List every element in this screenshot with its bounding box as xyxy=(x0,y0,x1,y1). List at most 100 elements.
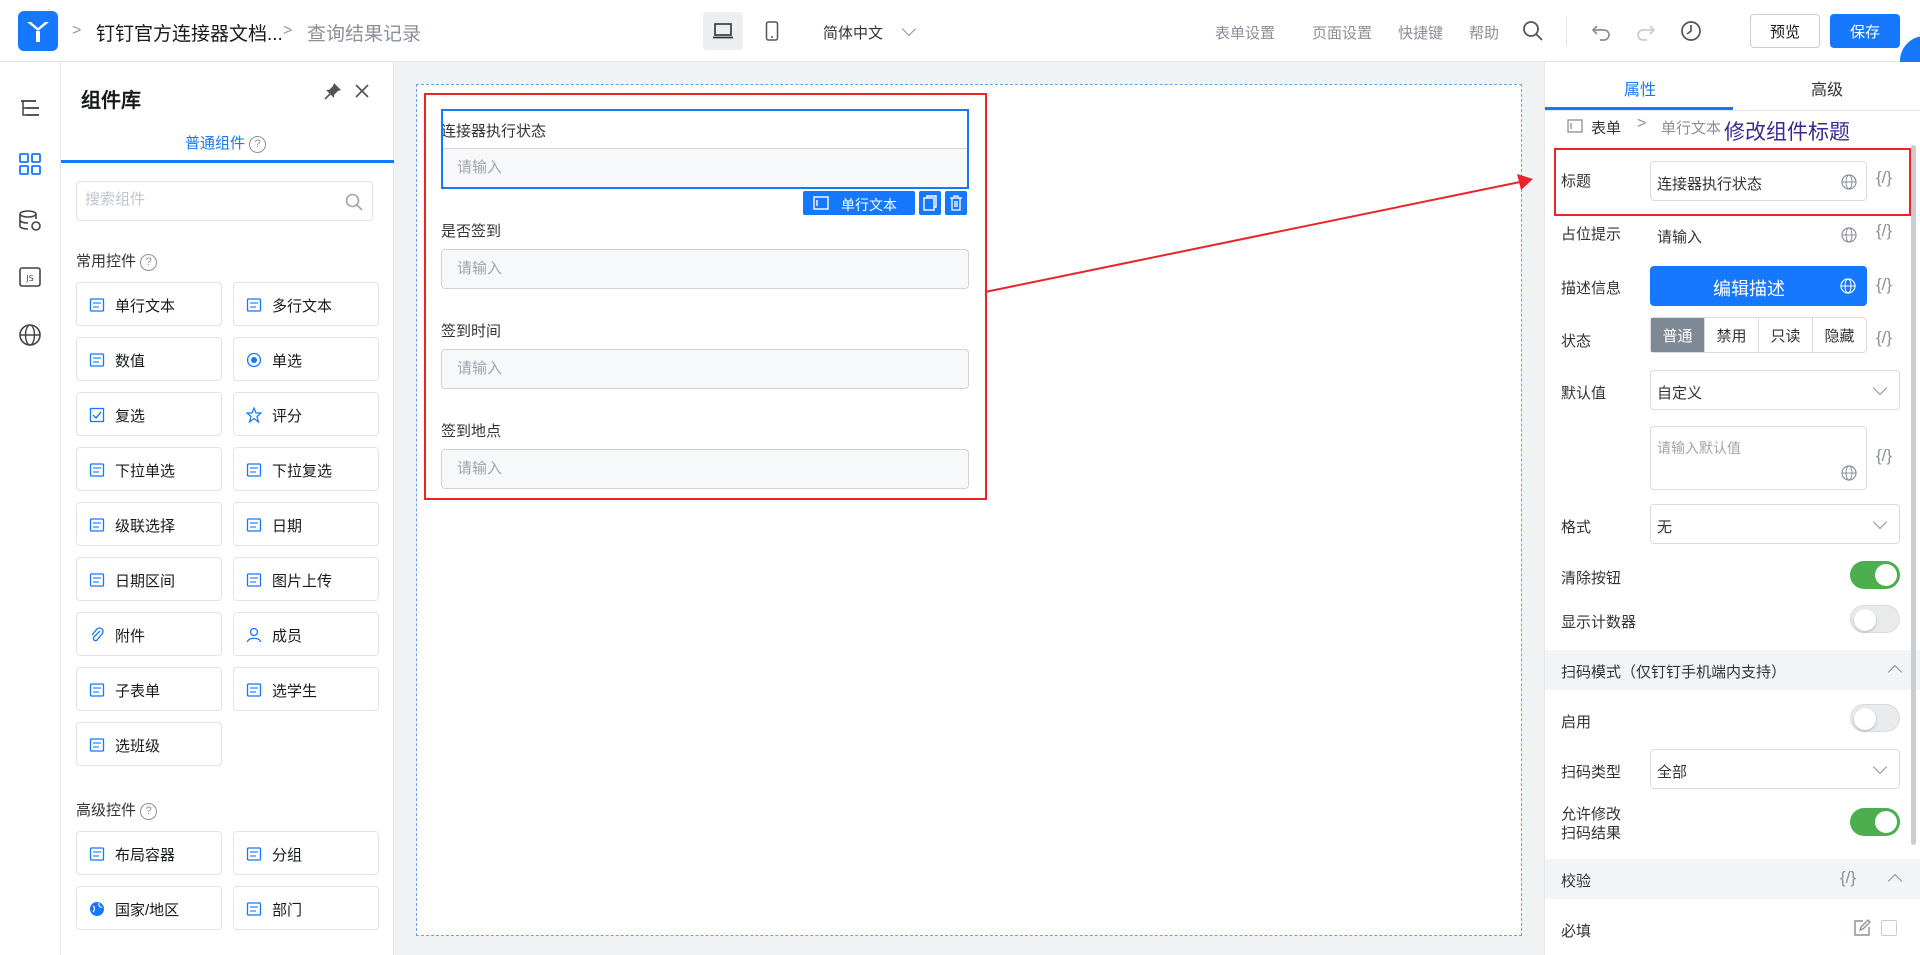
data-source-icon[interactable] xyxy=(18,209,42,233)
shortcuts-link[interactable]: 快捷键 xyxy=(1398,22,1443,43)
component-search[interactable] xyxy=(76,181,373,221)
tab-properties[interactable]: 属性 xyxy=(1624,76,1656,100)
component-item[interactable]: 成员 xyxy=(233,612,379,656)
language-select[interactable]: 简体中文 xyxy=(823,22,883,43)
clear-button-toggle[interactable] xyxy=(1850,561,1900,589)
counter-toggle[interactable] xyxy=(1850,605,1900,633)
help-icon[interactable]: ? xyxy=(140,802,158,820)
status-normal[interactable]: 普通 xyxy=(1651,318,1705,352)
pin-icon[interactable] xyxy=(324,82,342,100)
tab-common-components[interactable]: 普通组件 ? xyxy=(185,132,267,153)
help-icon[interactable]: ? xyxy=(140,253,158,271)
component-item[interactable]: 国家/地区 xyxy=(76,886,222,930)
help-icon[interactable]: ? xyxy=(249,135,267,153)
component-item[interactable]: 多行文本 xyxy=(233,282,379,326)
save-button[interactable]: 保存 xyxy=(1830,14,1900,48)
allow-edit-toggle[interactable] xyxy=(1850,808,1900,836)
properties-scrollbar[interactable] xyxy=(1911,145,1916,845)
outline-tree-icon[interactable] xyxy=(18,96,42,120)
default-mode-select[interactable]: 自定义 xyxy=(1650,370,1900,410)
scan-enable-toggle[interactable] xyxy=(1850,704,1900,732)
component-label: 分组 xyxy=(272,847,303,864)
desktop-view-button[interactable] xyxy=(703,12,743,50)
component-item[interactable]: 选学生 xyxy=(233,667,379,711)
close-icon[interactable] xyxy=(354,83,370,99)
globe-icon[interactable] xyxy=(18,323,42,347)
status-readonly[interactable]: 只读 xyxy=(1759,318,1813,352)
component-item[interactable]: 级联选择 xyxy=(76,502,222,546)
breadcrumb-page-name[interactable]: 查询结果记录 xyxy=(307,19,421,46)
component-item[interactable]: 分组 xyxy=(233,831,379,875)
component-item[interactable]: 部门 xyxy=(233,886,379,930)
status-disabled[interactable]: 禁用 xyxy=(1705,318,1759,352)
tab-advanced[interactable]: 高级 xyxy=(1811,76,1843,100)
component-grid-icon[interactable] xyxy=(18,152,42,176)
component-item[interactable]: 子表单 xyxy=(76,667,222,711)
edit-description-button[interactable]: 编辑描述 xyxy=(1650,266,1867,306)
component-label: 级联选择 xyxy=(115,518,176,535)
active-tab-indicator xyxy=(61,160,394,163)
app-logo[interactable] xyxy=(18,11,58,51)
top-bar: > 钉钉官方连接器文档... > 查询结果记录 简体中文 表单设置 页面设置 快… xyxy=(0,0,1920,62)
variable-binding-button[interactable]: {/} xyxy=(1840,868,1856,888)
component-item[interactable]: 单行文本 xyxy=(76,282,222,326)
default-value-input[interactable]: 请输入默认值 xyxy=(1650,426,1867,490)
component-item[interactable]: 日期区间 xyxy=(76,557,222,601)
help-link[interactable]: 帮助 xyxy=(1469,22,1499,43)
chevron-up-icon[interactable] xyxy=(1887,873,1903,889)
variable-binding-button[interactable]: {/} xyxy=(1876,275,1892,295)
component-item[interactable]: 布局容器 xyxy=(76,831,222,875)
placeholder-value: 请输入 xyxy=(1657,229,1703,246)
dropdown-multi-icon xyxy=(246,463,262,477)
preview-button[interactable]: 预览 xyxy=(1750,14,1820,48)
dropdown-single-icon xyxy=(89,463,105,477)
placeholder-input[interactable]: 请输入 xyxy=(1650,214,1867,254)
globe-icon[interactable] xyxy=(1841,465,1857,481)
required-checkbox[interactable] xyxy=(1881,920,1897,936)
placeholder-label: 占位提示 xyxy=(1561,226,1622,243)
breadcrumb-form[interactable]: 表单 xyxy=(1591,117,1621,138)
component-item[interactable]: 附件 xyxy=(76,612,222,656)
redo-icon[interactable] xyxy=(1635,20,1657,42)
status-hidden[interactable]: 隐藏 xyxy=(1813,318,1866,352)
status-label: 状态 xyxy=(1561,333,1592,350)
undo-icon[interactable] xyxy=(1590,20,1612,42)
search-icon[interactable] xyxy=(1522,20,1544,42)
required-label: 必填 xyxy=(1561,923,1592,940)
form-settings-link[interactable]: 表单设置 xyxy=(1215,22,1275,43)
page-settings-link[interactable]: 页面设置 xyxy=(1312,22,1372,43)
edit-icon[interactable] xyxy=(1853,919,1871,937)
format-select[interactable]: 无 xyxy=(1650,504,1900,544)
component-label: 复选 xyxy=(115,408,146,425)
component-item[interactable]: 选班级 xyxy=(76,722,222,766)
search-icon[interactable] xyxy=(345,193,363,211)
validation-section-header[interactable]: 校验 {/} xyxy=(1545,859,1920,899)
chevron-up-icon[interactable] xyxy=(1887,664,1903,680)
breadcrumb-app-name[interactable]: 钉钉官方连接器文档... xyxy=(96,19,283,46)
component-item[interactable]: 复选 xyxy=(76,392,222,436)
history-icon[interactable] xyxy=(1680,20,1702,42)
variable-binding-button[interactable]: {/} xyxy=(1876,328,1892,348)
globe-icon[interactable] xyxy=(1841,227,1857,243)
scan-enable-label: 启用 xyxy=(1561,714,1592,731)
component-item[interactable]: 下拉单选 xyxy=(76,447,222,491)
component-item[interactable]: 图片上传 xyxy=(233,557,379,601)
component-item[interactable]: 单选 xyxy=(233,337,379,381)
phone-icon xyxy=(765,21,779,41)
js-code-icon[interactable]: JS xyxy=(18,265,42,289)
chevron-down-icon xyxy=(1872,514,1888,530)
component-label: 成员 xyxy=(272,628,303,645)
variable-binding-button[interactable]: {/} xyxy=(1876,221,1892,241)
annotation-box-title xyxy=(1554,148,1911,216)
component-item[interactable]: 评分 xyxy=(233,392,379,436)
globe-icon[interactable] xyxy=(1840,278,1856,294)
component-item[interactable]: 下拉复选 xyxy=(233,447,379,491)
component-item[interactable]: 数值 xyxy=(76,337,222,381)
component-item[interactable]: 日期 xyxy=(233,502,379,546)
chevron-down-icon xyxy=(1872,759,1888,775)
search-input[interactable] xyxy=(85,191,335,208)
scan-type-select[interactable]: 全部 xyxy=(1650,749,1900,789)
variable-binding-button[interactable]: {/} xyxy=(1876,446,1892,466)
scan-mode-section-header[interactable]: 扫码模式（仅钉钉手机端内支持） xyxy=(1545,650,1920,690)
mobile-view-button[interactable] xyxy=(752,12,792,50)
